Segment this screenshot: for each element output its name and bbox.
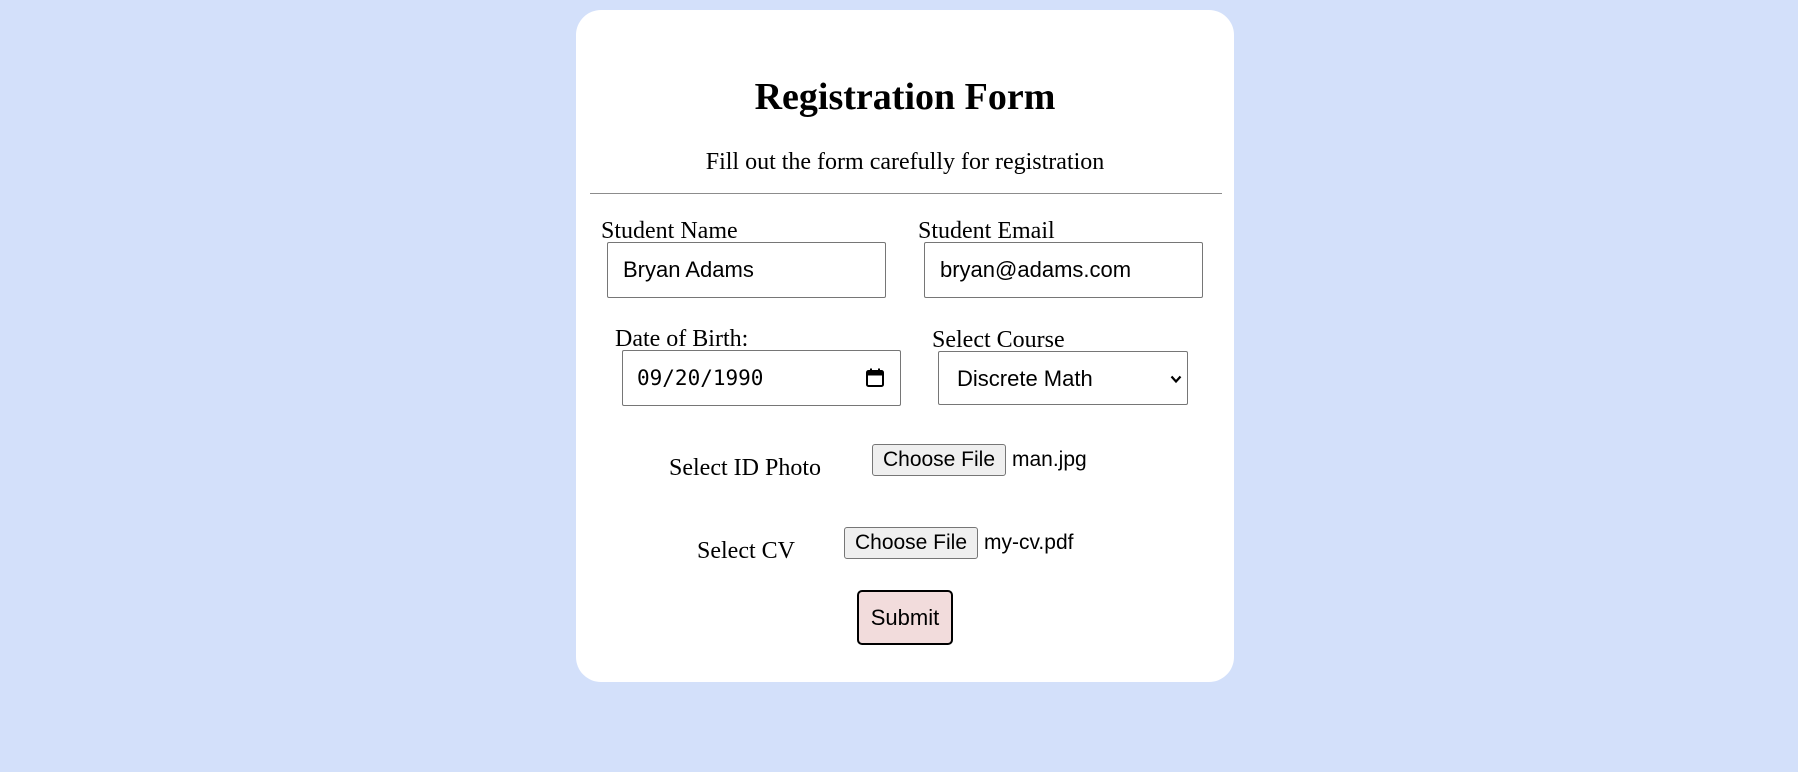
id-photo-choose-file-button[interactable]: Choose File bbox=[872, 444, 1006, 476]
id-photo-file-name: man.jpg bbox=[1012, 448, 1087, 471]
cv-label: Select CV bbox=[697, 538, 795, 564]
chevron-down-icon bbox=[1170, 375, 1182, 384]
course-select[interactable]: Discrete Math bbox=[938, 351, 1188, 405]
student-email-input[interactable]: bryan@adams.com bbox=[924, 242, 1203, 298]
calendar-icon[interactable] bbox=[866, 368, 884, 387]
id-photo-label: Select ID Photo bbox=[669, 455, 821, 481]
cv-choose-file-button[interactable]: Choose File bbox=[844, 527, 978, 559]
date-of-birth-input[interactable]: 09/20/1990 bbox=[622, 350, 901, 406]
course-selected-value: Discrete Math bbox=[957, 366, 1093, 391]
divider bbox=[590, 193, 1222, 194]
form-title: Registration Form bbox=[754, 76, 1056, 118]
submit-button[interactable]: Submit bbox=[857, 590, 953, 645]
cv-file-name: my-cv.pdf bbox=[984, 531, 1074, 554]
form-subtitle: Fill out the form carefully for registra… bbox=[705, 149, 1105, 175]
date-of-birth-value: 09/20/1990 bbox=[637, 366, 764, 390]
registration-card: Registration Form Fill out the form care… bbox=[576, 10, 1234, 682]
student-name-input[interactable]: Bryan Adams bbox=[607, 242, 886, 298]
